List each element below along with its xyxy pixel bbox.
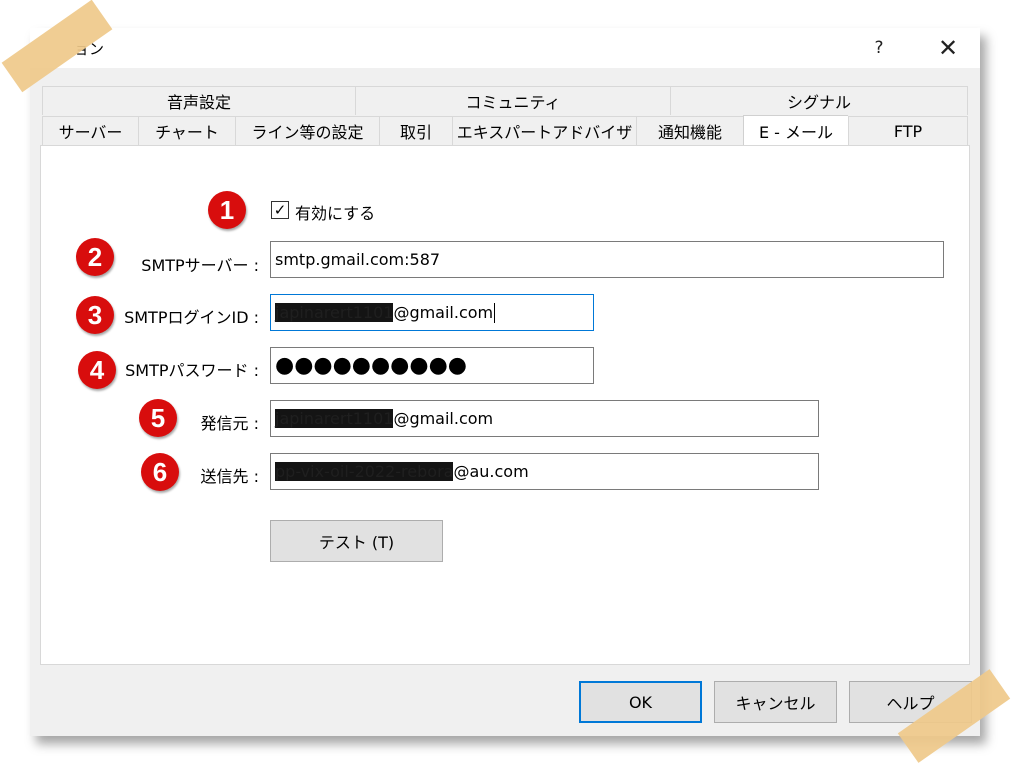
badge-5: 5 — [139, 399, 177, 437]
smtp-server-label: SMTPサーバー : — [141, 256, 259, 275]
close-icon[interactable]: ✕ — [930, 34, 966, 62]
password-label: SMTPパスワード : — [125, 361, 259, 380]
test-button[interactable]: テスト (T) — [270, 520, 443, 562]
tab-email[interactable]: E - メール — [743, 115, 848, 145]
tab-community[interactable]: コミュニティ — [355, 86, 670, 115]
badge-1: 1 — [208, 191, 246, 229]
enable-checkbox[interactable]: ✓ — [271, 201, 289, 219]
from-input[interactable]: japinarert1101 @gmail.com — [270, 400, 819, 437]
cancel-button[interactable]: キャンセル — [714, 681, 837, 723]
login-id-input[interactable]: japinarert1101 @gmail.com — [270, 294, 594, 331]
smtp-server-input[interactable]: smtp.gmail.com:587 — [270, 241, 944, 278]
from-label: 発信元 : — [200, 414, 259, 433]
login-id-label: SMTPログインID : — [124, 308, 259, 327]
help-icon[interactable]: ? — [865, 34, 893, 62]
tab-signals[interactable]: シグナル — [670, 86, 968, 115]
tab-ftp[interactable]: FTP — [848, 116, 968, 145]
to-redacted: pp-vix-oil-2022-rebora — [275, 462, 454, 481]
tab-expert-advisors[interactable]: エキスパートアドバイザ — [452, 116, 636, 145]
options-dialog: ョン ? ✕ 音声設定 コミュニティ シグナル サーバー チャート ライン等の設… — [30, 28, 980, 736]
text-caret — [494, 302, 496, 323]
password-input[interactable]: ●●●●●●●●●● — [270, 347, 594, 384]
badge-4: 4 — [78, 351, 116, 389]
tab-trade[interactable]: 取引 — [379, 116, 452, 145]
tab-server[interactable]: サーバー — [42, 116, 138, 145]
from-domain: @gmail.com — [393, 409, 494, 428]
tab-charts[interactable]: チャート — [138, 116, 235, 145]
badge-3: 3 — [76, 296, 114, 334]
tab-objects[interactable]: ライン等の設定 — [235, 116, 379, 145]
login-id-domain: @gmail.com — [393, 303, 494, 322]
title-bar: ョン ? ✕ — [30, 28, 980, 68]
badge-2: 2 — [76, 238, 114, 276]
ok-button[interactable]: OK — [579, 681, 702, 723]
password-masked-value: ●●●●●●●●●● — [275, 353, 467, 378]
login-id-redacted: japinarert1101 — [275, 303, 394, 322]
badge-6: 6 — [141, 453, 179, 491]
tab-row-bottom: サーバー チャート ライン等の設定 取引 エキスパートアドバイザ 通知機能 E … — [42, 115, 968, 145]
to-label: 送信先 : — [200, 467, 259, 486]
smtp-server-value: smtp.gmail.com:587 — [275, 250, 441, 269]
tab-notifications[interactable]: 通知機能 — [636, 116, 743, 145]
tab-row-top: 音声設定 コミュニティ シグナル — [42, 86, 968, 115]
enable-label: 有効にする — [295, 204, 376, 223]
email-settings-panel: 1 ✓ 有効にする 2 SMTPサーバー : smtp.gmail.com:58… — [40, 145, 970, 665]
to-input[interactable]: pp-vix-oil-2022-rebora @au.com — [270, 453, 819, 490]
tab-sound[interactable]: 音声設定 — [42, 86, 355, 115]
from-redacted: japinarert1101 — [275, 409, 394, 428]
to-domain: @au.com — [453, 462, 529, 481]
